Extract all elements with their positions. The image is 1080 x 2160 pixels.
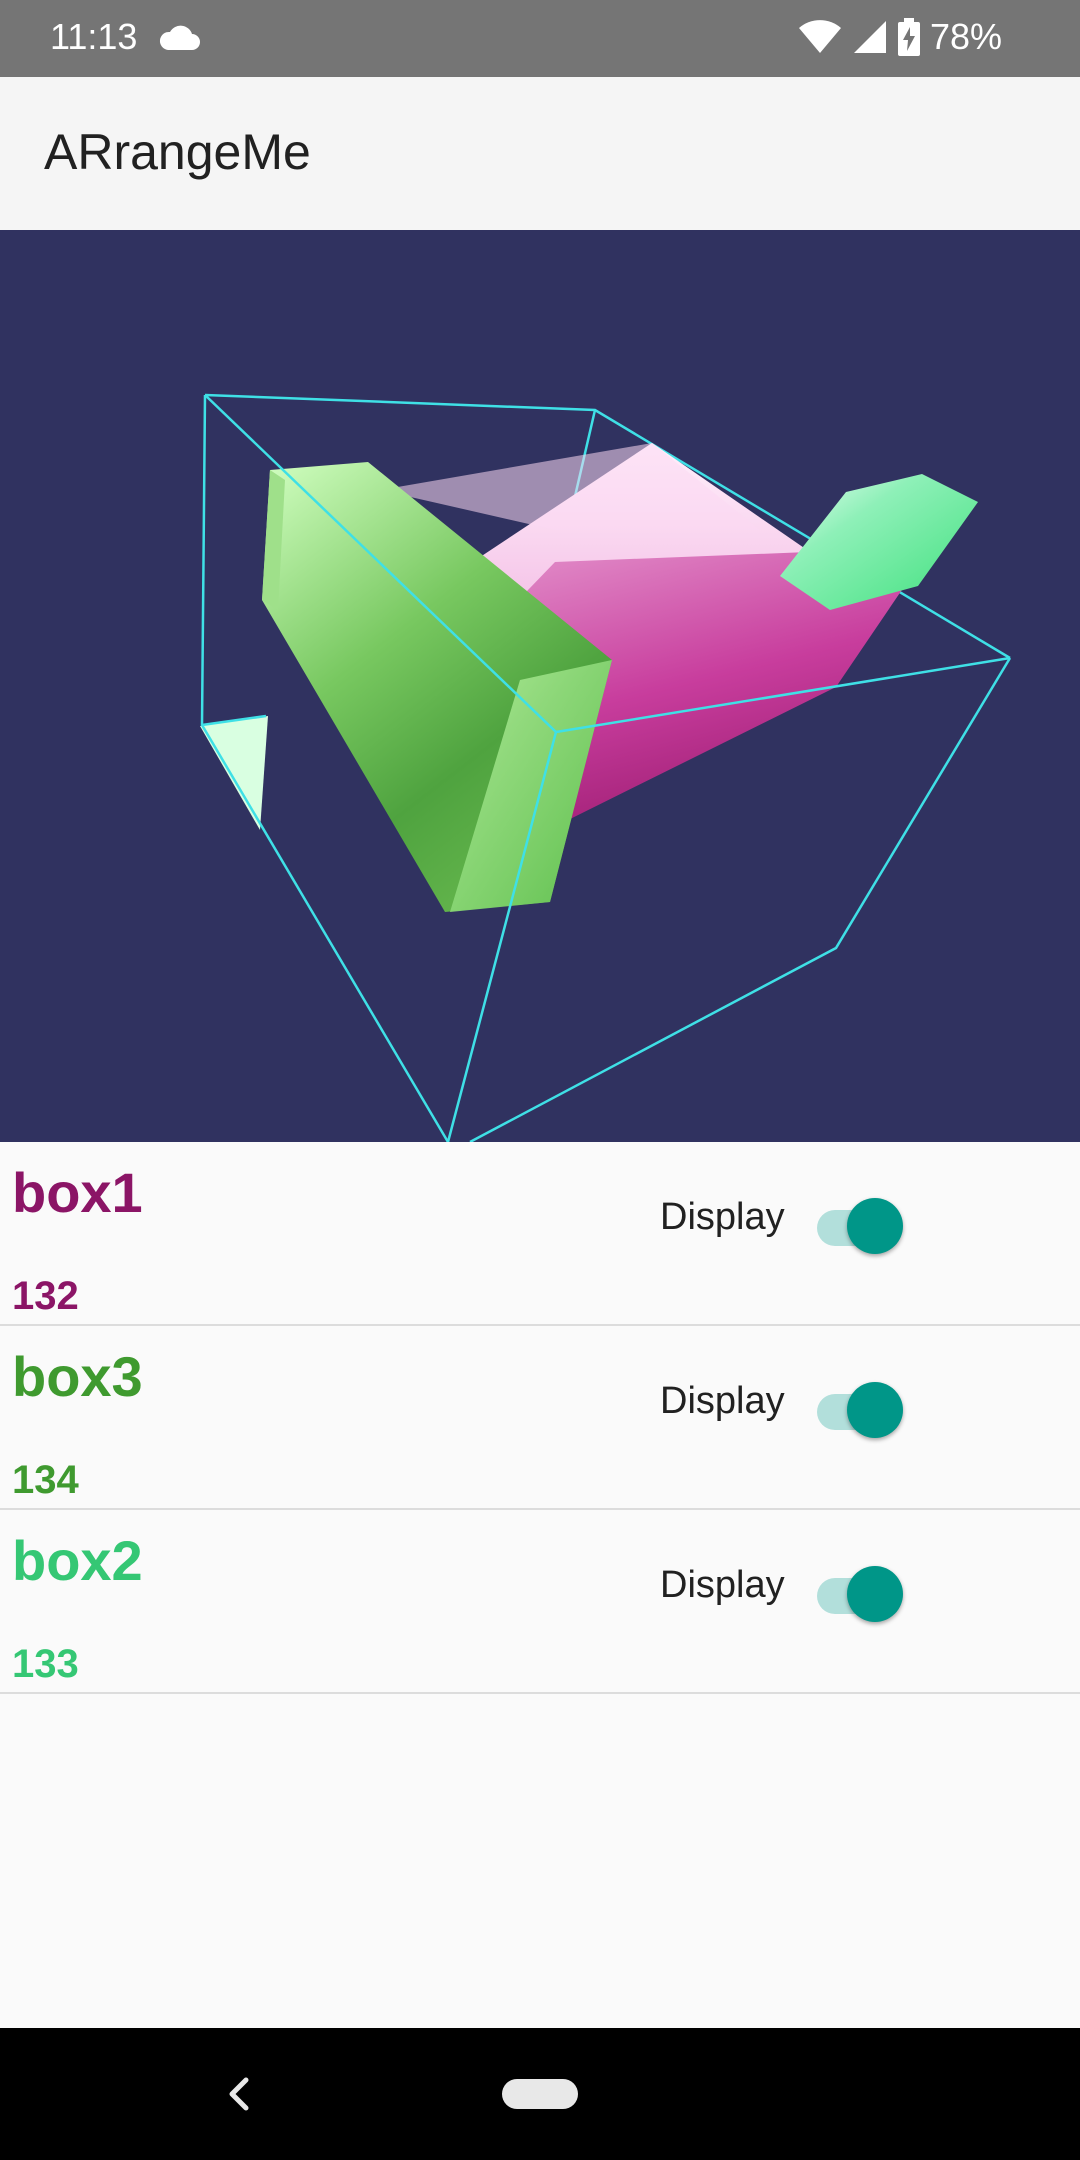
navigation-bar <box>0 2028 1080 2160</box>
box1-edge-light <box>380 443 760 530</box>
box-list: box1 132 Display box3 134 Display box2 1… <box>0 1142 1080 1694</box>
box-id: 134 <box>12 1458 79 1502</box>
box2-face <box>780 474 978 610</box>
box-id: 132 <box>12 1274 79 1318</box>
toggle-thumb <box>847 1198 903 1254</box>
status-icons: 78% <box>798 16 1002 58</box>
display-toggle[interactable] <box>815 1376 905 1438</box>
battery-percent: 78% <box>929 16 1002 57</box>
box-name: box3 <box>12 1345 143 1408</box>
status-time: 11:13 <box>50 16 138 57</box>
display-label: Display <box>660 1564 785 1606</box>
list-item[interactable]: box3 134 Display <box>0 1326 1080 1510</box>
wifi-icon <box>798 19 842 55</box>
app-bar: ARrangeMe <box>0 77 1080 230</box>
box-name: box2 <box>12 1529 143 1592</box>
list-item[interactable]: box2 133 Display <box>0 1510 1080 1694</box>
screen: 11:13 78% ARrangeMe box1 132 Display box… <box>0 0 1080 2160</box>
back-icon[interactable] <box>224 2076 254 2112</box>
display-label: Display <box>660 1196 785 1238</box>
home-pill-icon[interactable] <box>502 2079 578 2109</box>
box-id: 133 <box>12 1642 79 1686</box>
list-item[interactable]: box1 132 Display <box>0 1142 1080 1326</box>
box-name: box1 <box>12 1161 143 1224</box>
ar-3d-viewport[interactable] <box>0 230 1080 1142</box>
display-toggle[interactable] <box>815 1192 905 1254</box>
signal-icon <box>852 19 888 55</box>
floor-highlight <box>200 716 268 830</box>
display-label: Display <box>660 1380 785 1422</box>
status-bar: 11:13 78% <box>0 0 1080 77</box>
toggle-thumb <box>847 1382 903 1438</box>
display-toggle[interactable] <box>815 1560 905 1622</box>
toggle-thumb <box>847 1566 903 1622</box>
cloud-icon <box>158 24 200 52</box>
battery-charging-icon <box>897 18 920 56</box>
app-title: ARrangeMe <box>44 124 311 180</box>
